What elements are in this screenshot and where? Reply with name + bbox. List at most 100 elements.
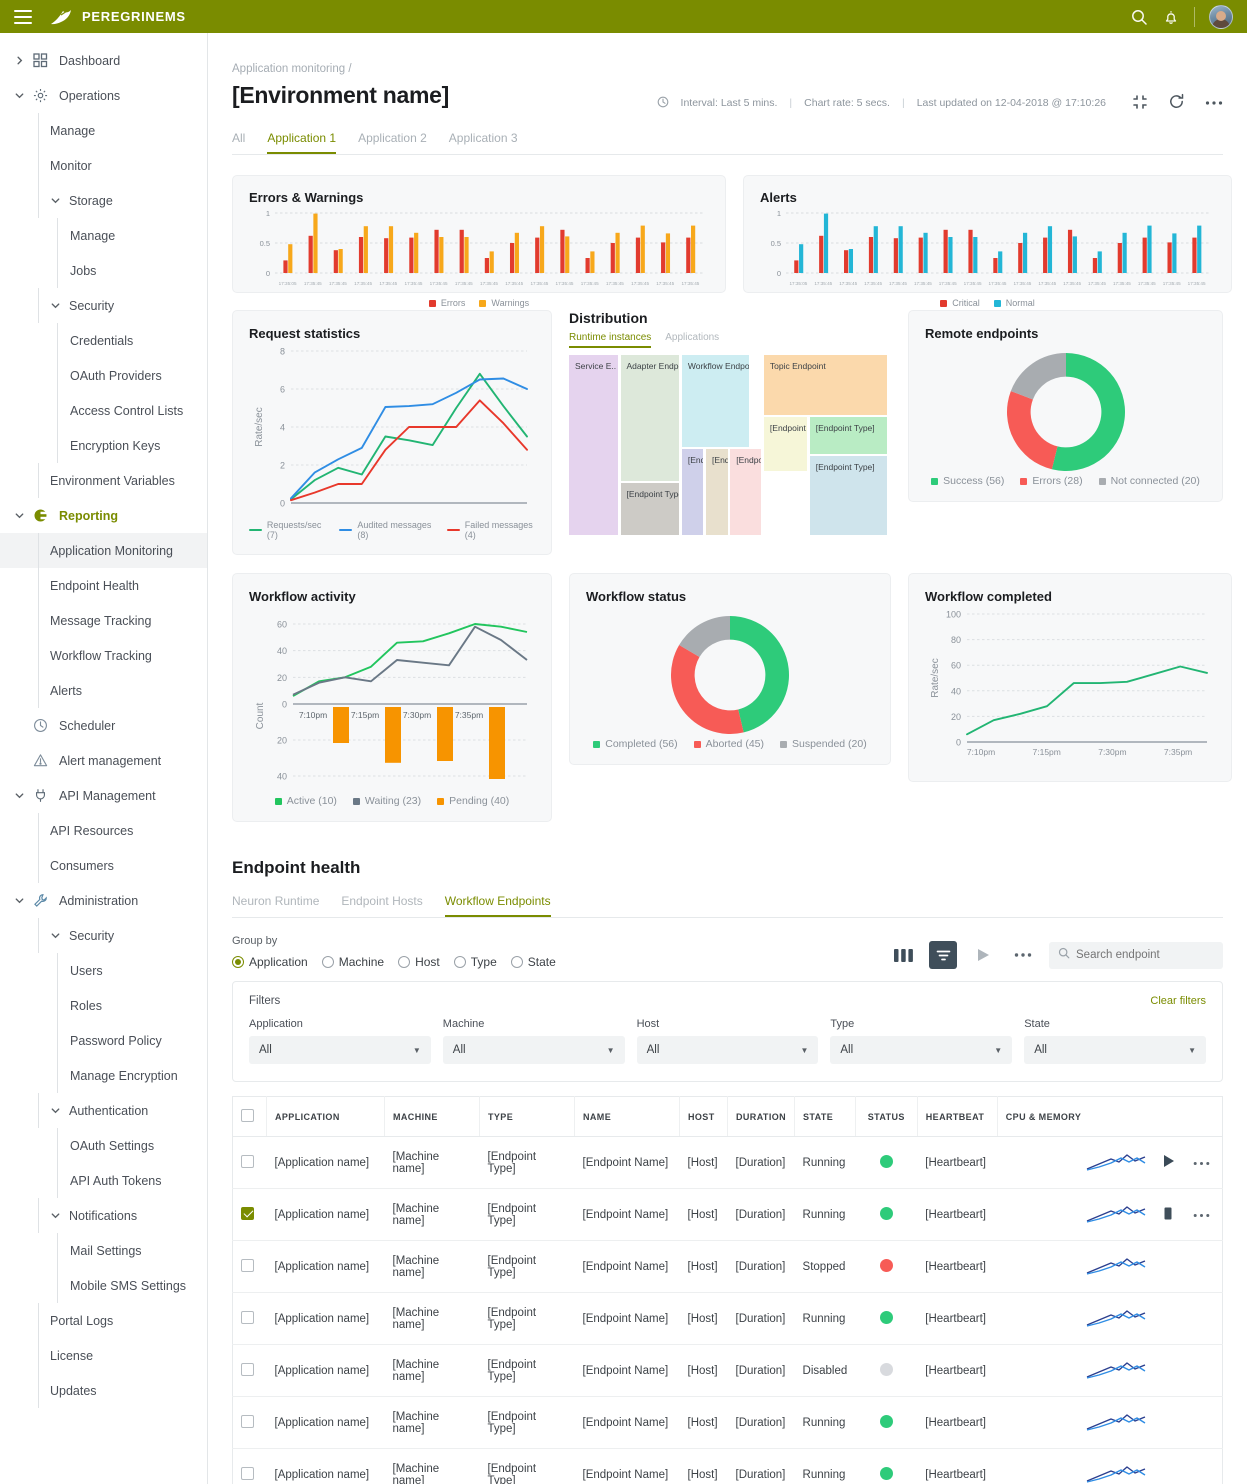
table-row[interactable]: [Application name] [Machine name] [Endpoin… <box>233 1449 1223 1484</box>
sidebar-item-manage[interactable]: Manage <box>0 218 207 253</box>
sidebar-item-credentials[interactable]: Credentials <box>0 323 207 358</box>
table-header-duration[interactable]: DURATION <box>727 1096 796 1137</box>
row-checkbox[interactable] <box>241 1414 254 1428</box>
sidebar-item-portal-logs[interactable]: Portal Logs <box>0 1303 207 1338</box>
table-row[interactable]: [Application name] [Machine name] [Endpoin… <box>232 1136 1223 1189</box>
table-row[interactable]: [Application name] [Machine name] [Endpoin… <box>232 1292 1223 1345</box>
chevron-down-icon[interactable] <box>14 90 26 101</box>
row-checkbox[interactable] <box>241 1362 254 1376</box>
sidebar-item-notifications[interactable]: Notifications <box>0 1198 207 1233</box>
table-header-status[interactable]: STATUS <box>855 1096 918 1137</box>
sidebar-item-security[interactable]: Security <box>0 288 207 323</box>
sidebar-item-encryption-keys[interactable]: Encryption Keys <box>0 428 207 463</box>
clear-filters-button[interactable]: Clear filters <box>1150 995 1206 1007</box>
table-row[interactable]: [Application name] [Machine name] [Endpoin… <box>232 1344 1223 1397</box>
treemap-cell[interactable]: [Endpoint Type] <box>809 455 887 535</box>
stop-icon[interactable] <box>1163 1207 1177 1223</box>
play-icon[interactable] <box>969 941 997 969</box>
filter-select-host[interactable]: All ▼ <box>636 1036 819 1064</box>
sidebar-item-monitor[interactable]: Monitor <box>0 148 207 183</box>
distribution-tab-runtime-instances[interactable]: Runtime instances <box>569 332 652 348</box>
row-more-options-icon[interactable] <box>1193 1209 1210 1221</box>
sidebar-item-access-control-lists[interactable]: Access Control Lists <box>0 393 207 428</box>
table-header-application[interactable]: APPLICATION <box>266 1096 385 1137</box>
row-checkbox[interactable] <box>241 1258 254 1272</box>
sidebar-item-oauth-settings[interactable]: OAuth Settings <box>0 1128 207 1163</box>
brand-logo-group[interactable]: PEREGRINEMS <box>48 7 186 27</box>
endpoint-tab-workflow-endpoints[interactable]: Workflow Endpoints <box>444 894 551 917</box>
tab-application-2[interactable]: Application 2 <box>358 131 427 154</box>
sidebar-item-manage-encryption[interactable]: Manage Encryption <box>0 1058 207 1093</box>
chevron-down-icon[interactable] <box>50 1105 62 1116</box>
search-endpoint-input[interactable] <box>1076 949 1214 961</box>
sidebar-navigation[interactable]: Dashboard Operations Manage Monitor Storage M… <box>0 33 208 1484</box>
sidebar-item-workflow-tracking[interactable]: Workflow Tracking <box>0 638 207 673</box>
group-by-radio-host[interactable]: Host <box>398 955 440 969</box>
sidebar-item-operations[interactable]: Operations <box>0 78 207 113</box>
sidebar-item-message-tracking[interactable]: Message Tracking <box>0 603 207 638</box>
row-checkbox[interactable] <box>241 1206 254 1220</box>
more-options-icon[interactable] <box>1009 941 1037 969</box>
radio-indicator[interactable] <box>232 956 244 968</box>
row-checkbox[interactable] <box>241 1466 254 1480</box>
sidebar-item-scheduler[interactable]: Scheduler <box>0 708 207 743</box>
sidebar-item-updates[interactable]: Updates <box>0 1373 207 1408</box>
treemap-cell[interactable]: [Endpoint Type] <box>620 482 680 535</box>
sidebar-item-mobile-sms-settings[interactable]: Mobile SMS Settings <box>0 1268 207 1303</box>
sidebar-item-consumers[interactable]: Consumers <box>0 848 207 883</box>
treemap-cell[interactable]: [Endpoint .. <box>763 417 807 472</box>
endpoint-tab-endpoint-hosts[interactable]: Endpoint Hosts <box>341 894 422 917</box>
table-row[interactable]: [Application name] [Machine name] [Endpoin… <box>232 1240 1223 1293</box>
play-icon[interactable] <box>1163 1154 1177 1171</box>
filter-fields[interactable]: Application All ▼ Machine All ▼ Host All ▼ Type Al… <box>249 1018 1206 1064</box>
table-header-name[interactable]: NAME <box>574 1096 680 1137</box>
application-tabs[interactable]: All Application 1 Application 2 Application… <box>232 131 1223 155</box>
refresh-icon[interactable] <box>1168 93 1185 113</box>
group-by-radio-state[interactable]: State <box>510 955 556 969</box>
collapse-icon[interactable] <box>1132 94 1148 113</box>
chevron-down-icon[interactable] <box>14 790 26 801</box>
group-by-radio-machine[interactable]: Machine <box>321 955 384 969</box>
breadcrumb[interactable]: Application monitoring / <box>232 63 1223 75</box>
sidebar-item-alerts[interactable]: Alerts <box>0 673 207 708</box>
sidebar-item-license[interactable]: License <box>0 1338 207 1373</box>
treemap-cell[interactable]: [Endpoint.. <box>730 448 762 535</box>
distribution-tab-applications[interactable]: Applications <box>665 332 719 348</box>
sidebar-item-dashboard[interactable]: Dashboard <box>0 43 207 78</box>
group-by-radio-application[interactable]: Application <box>232 955 308 969</box>
chevron-down-icon[interactable]: ▼ <box>607 1046 615 1055</box>
treemap-cell[interactable]: Adapter Endpoint <box>620 355 680 481</box>
sidebar-item-environment-variables[interactable]: Environment Variables <box>0 463 207 498</box>
filter-select-state[interactable]: All ▼ <box>1024 1036 1206 1064</box>
sidebar-item-api-auth-tokens[interactable]: API Auth Tokens <box>0 1163 207 1198</box>
sidebar-item-security[interactable]: Security <box>0 918 207 953</box>
table-row[interactable]: [Application name] [Machine name] [Endpoin… <box>232 1188 1223 1241</box>
chevron-down-icon[interactable]: ▼ <box>800 1046 808 1055</box>
table-header-cpu-memory[interactable]: CPU & MEMORY <box>997 1096 1223 1137</box>
table-header-heartbeat[interactable]: HEARTBEAT <box>917 1096 998 1137</box>
table-header-machine[interactable]: MACHINE <box>384 1096 480 1137</box>
chevron-down-icon[interactable] <box>50 1210 62 1221</box>
select-all-checkbox[interactable] <box>241 1109 254 1122</box>
endpoint-health-tabs[interactable]: Neuron Runtime Endpoint Hosts Workflow End… <box>232 894 1223 918</box>
tab-application-1[interactable]: Application 1 <box>267 131 337 154</box>
chevron-down-icon[interactable] <box>14 895 26 906</box>
sidebar-item-endpoint-health[interactable]: Endpoint Health <box>0 568 207 603</box>
more-options-icon[interactable] <box>1205 97 1223 109</box>
sidebar-item-storage[interactable]: Storage <box>0 183 207 218</box>
group-by-radios[interactable]: Application Machine Host Type State <box>232 955 556 969</box>
filter-select-machine[interactable]: All ▼ <box>442 1036 625 1064</box>
filter-select-application[interactable]: All ▼ <box>249 1036 431 1064</box>
chevron-down-icon[interactable] <box>50 930 62 941</box>
treemap-cell[interactable]: Service E.. <box>569 355 619 535</box>
table-header-host[interactable]: HOST <box>679 1096 728 1137</box>
chevron-down-icon[interactable] <box>50 300 62 311</box>
chevron-down-icon[interactable]: ▼ <box>413 1046 421 1055</box>
chevron-down-icon[interactable]: ▼ <box>1188 1046 1196 1055</box>
sidebar-item-api-management[interactable]: API Management <box>0 778 207 813</box>
radio-indicator[interactable] <box>510 956 523 968</box>
distribution-tabs[interactable]: Runtime instances Applications <box>569 332 891 348</box>
treemap-cell[interactable]: Workflow Endpoint <box>681 355 749 447</box>
row-checkbox[interactable] <box>241 1310 254 1324</box>
sidebar-item-administration[interactable]: Administration <box>0 883 207 918</box>
